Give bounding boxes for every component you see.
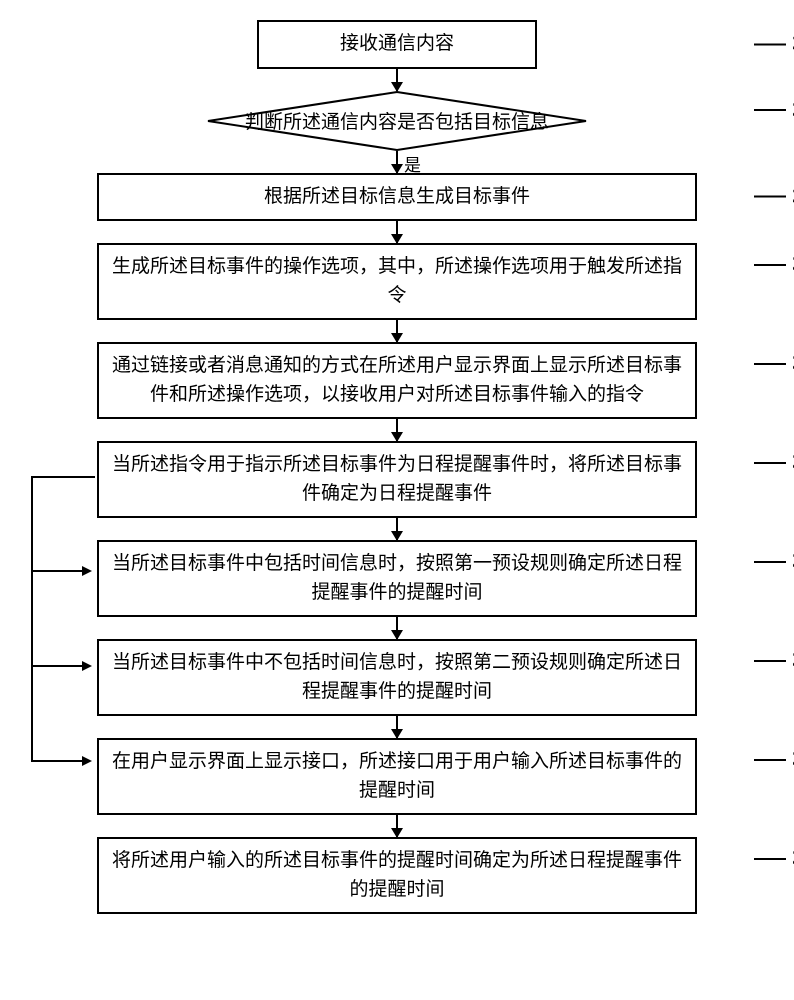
step-row-310: 将所述用户输入的所述目标事件的提醒时间确定为所述日程提醒事件的提醒时间 310 xyxy=(47,837,747,914)
step-row-306: 当所述指令用于指示所述目标事件为日程提醒事件时，将所述目标事件确定为日程提醒事件… xyxy=(47,441,747,518)
step-label-301: 301 xyxy=(754,33,794,56)
step-text: 在用户显示界面上显示接口，所述接口用于用户输入所述目标事件的提醒时间 xyxy=(112,751,682,801)
process-box-308: 当所述目标事件中不包括时间信息时，按照第二预设规则确定所述日程提醒事件的提醒时间 xyxy=(97,639,697,716)
flowchart-container: 接收通信内容 301 判断所述通信内容是否包括目标信息 302 是 根据所述目标… xyxy=(47,20,747,914)
step-row-304: 生成所述目标事件的操作选项，其中，所述操作选项用于触发所述指令 304 xyxy=(47,243,747,320)
step-row-307: 当所述目标事件中包括时间信息时，按照第一预设规则确定所述日程提醒事件的提醒时间 … xyxy=(47,540,747,617)
process-box-301: 接收通信内容 xyxy=(257,20,537,69)
step-text: 生成所述目标事件的操作选项，其中，所述操作选项用于触发所述指令 xyxy=(112,256,682,306)
label-line xyxy=(754,561,786,563)
label-line xyxy=(754,363,786,365)
arrow-down-yes: 是 xyxy=(396,151,398,173)
step-row-305: 通过链接或者消息通知的方式在所述用户显示界面上显示所述目标事件和所述操作选项，以… xyxy=(47,342,747,419)
arrow-down xyxy=(396,617,398,639)
label-line xyxy=(754,759,786,761)
step-label-309: 309 xyxy=(754,748,794,771)
process-box-306: 当所述指令用于指示所述目标事件为日程提醒事件时，将所述目标事件确定为日程提醒事件 xyxy=(97,441,697,518)
step-label-307: 307 xyxy=(754,550,794,573)
step-text: 当所述目标事件中不包括时间信息时，按照第二预设规则确定所述日程提醒事件的提醒时间 xyxy=(112,652,682,702)
step-text: 判断所述通信内容是否包括目标信息 xyxy=(245,107,549,134)
step-label-302: 302 xyxy=(754,99,794,122)
step-text: 当所述指令用于指示所述目标事件为日程提醒事件时，将所述目标事件确定为日程提醒事件 xyxy=(112,454,682,504)
label-line xyxy=(754,264,786,266)
step-label-303: 303 xyxy=(754,185,794,208)
label-line xyxy=(754,43,786,45)
label-line xyxy=(754,196,786,198)
label-line xyxy=(754,858,786,860)
decision-box-302: 判断所述通信内容是否包括目标信息 xyxy=(207,91,587,151)
arrow-down xyxy=(396,221,398,243)
step-row-302: 判断所述通信内容是否包括目标信息 302 xyxy=(47,91,747,151)
arrow-down xyxy=(396,419,398,441)
step-row-301: 接收通信内容 301 xyxy=(47,20,747,69)
label-line xyxy=(754,109,786,111)
arrow-down xyxy=(396,716,398,738)
arrow-down xyxy=(396,518,398,540)
step-text: 将所述用户输入的所述目标事件的提醒时间确定为所述日程提醒事件的提醒时间 xyxy=(112,850,682,900)
step-text: 根据所述目标信息生成目标事件 xyxy=(264,186,530,207)
label-line xyxy=(754,462,786,464)
process-box-307: 当所述目标事件中包括时间信息时，按照第一预设规则确定所述日程提醒事件的提醒时间 xyxy=(97,540,697,617)
step-row-303: 根据所述目标信息生成目标事件 303 xyxy=(47,173,747,222)
arrow-down xyxy=(396,815,398,837)
step-label-306: 306 xyxy=(754,451,794,474)
step-label-305: 305 xyxy=(754,352,794,375)
step-text: 接收通信内容 xyxy=(340,33,454,54)
step-row-308: 当所述目标事件中不包括时间信息时，按照第二预设规则确定所述日程提醒事件的提醒时间… xyxy=(47,639,747,716)
process-box-304: 生成所述目标事件的操作选项，其中，所述操作选项用于触发所述指令 xyxy=(97,243,697,320)
step-label-310: 310 xyxy=(754,847,794,870)
arrow-down xyxy=(396,320,398,342)
step-label-304: 304 xyxy=(754,253,794,276)
process-box-309: 在用户显示界面上显示接口，所述接口用于用户输入所述目标事件的提醒时间 xyxy=(97,738,697,815)
step-text: 通过链接或者消息通知的方式在所述用户显示界面上显示所述目标事件和所述操作选项，以… xyxy=(112,355,682,405)
step-text: 当所述目标事件中包括时间信息时，按照第一预设规则确定所述日程提醒事件的提醒时间 xyxy=(112,553,682,603)
arrow-down xyxy=(396,69,398,91)
step-row-309: 在用户显示界面上显示接口，所述接口用于用户输入所述目标事件的提醒时间 309 xyxy=(47,738,747,815)
process-box-310: 将所述用户输入的所述目标事件的提醒时间确定为所述日程提醒事件的提醒时间 xyxy=(97,837,697,914)
step-label-308: 308 xyxy=(754,649,794,672)
process-box-303: 根据所述目标信息生成目标事件 xyxy=(97,173,697,222)
label-line xyxy=(754,660,786,662)
process-box-305: 通过链接或者消息通知的方式在所述用户显示界面上显示所述目标事件和所述操作选项，以… xyxy=(97,342,697,419)
